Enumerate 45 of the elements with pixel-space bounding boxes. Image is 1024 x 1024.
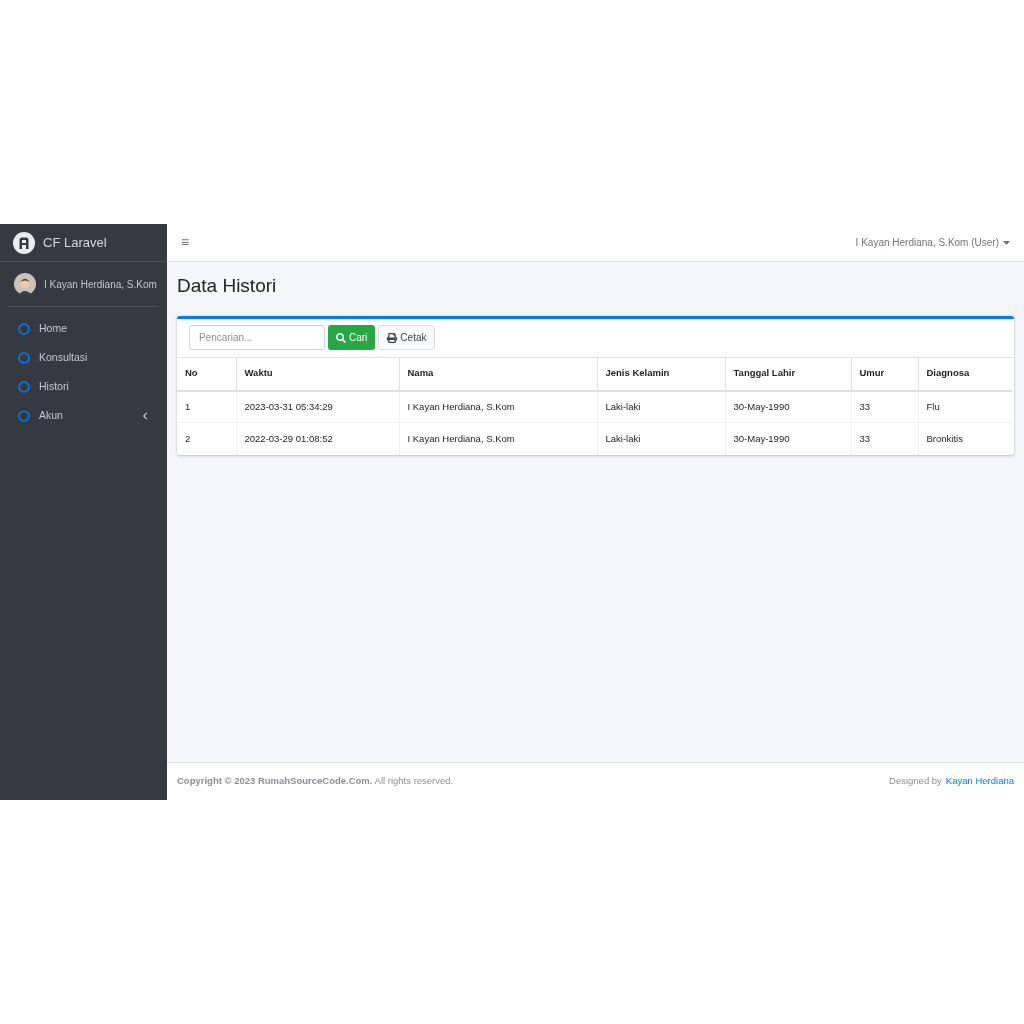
table-cell: 30-May-1990 — [725, 390, 851, 423]
column-header: Tanggal Lahir — [725, 357, 851, 391]
caret-icon — [1003, 240, 1010, 245]
table-cell: Laki-laki — [597, 390, 725, 423]
table-cell: Bronkitis — [918, 422, 1012, 455]
sidebar-item[interactable]: Home — [8, 317, 159, 341]
column-header: Jenis Kelamin — [597, 357, 725, 391]
table-cell: 30-May-1990 — [725, 422, 851, 455]
table-cell: Laki-laki — [597, 422, 725, 455]
sidebar-item[interactable]: Histori — [8, 375, 159, 399]
brand-title[interactable]: CF Laravel — [43, 232, 107, 253]
menu-icon[interactable]: ≡ — [181, 232, 190, 253]
table-cell: Flu — [918, 390, 1012, 423]
credit-text: Designed by — [889, 774, 942, 789]
search-field[interactable]: Pencarian... — [189, 325, 325, 350]
table-cell: 33 — [851, 390, 918, 423]
search-icon — [336, 332, 346, 343]
circle-icon — [18, 381, 30, 393]
user-menu[interactable]: I Kayan Herdiana, S.Kom (User) — [855, 235, 1010, 250]
copyright-text: Copyright © 2023 RumahSourceCode.Com. All rights reserved. — [177, 774, 454, 789]
table-cell: 2022-03-29 01:08:52 — [236, 422, 399, 455]
column-header: Diagnosa — [918, 357, 1012, 391]
circle-icon — [18, 352, 30, 364]
table-cell: 33 — [851, 422, 918, 455]
column-header: Waktu — [236, 357, 399, 391]
page-title: Data Histori — [177, 274, 278, 298]
column-header: No — [177, 357, 236, 391]
printer-icon — [387, 332, 398, 343]
chevron-icon — [141, 412, 149, 420]
table-cell: 1 — [177, 390, 236, 423]
circle-icon — [18, 410, 30, 422]
sidebar-item[interactable]: Konsultasi — [8, 346, 159, 370]
table-cell: I Kayan Herdiana, S.Kom — [399, 390, 597, 423]
table-cell: 2023-03-31 05:34:29 — [236, 390, 399, 423]
author-link[interactable]: Kayan Herdiana — [945, 774, 1014, 789]
column-header: Nama — [399, 357, 597, 391]
table-cell: I Kayan Herdiana, S.Kom — [399, 422, 597, 455]
sidebar-item[interactable]: Akun — [8, 404, 159, 428]
print-button[interactable]: Cetak — [378, 325, 436, 350]
column-header: Umur — [851, 357, 918, 391]
logo-icon — [13, 231, 35, 254]
avatar-icon — [14, 273, 36, 295]
table-cell: 2 — [177, 422, 236, 455]
circle-icon — [18, 323, 30, 335]
user-name[interactable]: I Kayan Herdiana, S.Kom — [44, 276, 157, 292]
